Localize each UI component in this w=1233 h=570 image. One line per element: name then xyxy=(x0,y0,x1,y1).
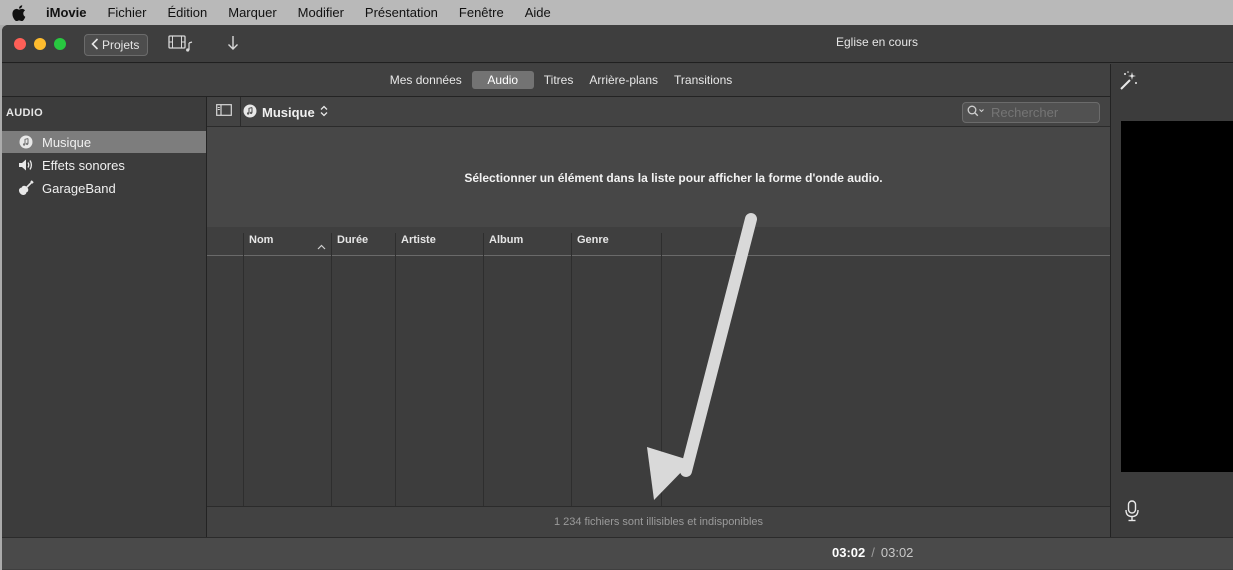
arrow-down-icon xyxy=(227,35,239,56)
tab-audio[interactable]: Audio xyxy=(471,71,534,89)
tab-arriere-plans[interactable]: Arrière-plans xyxy=(583,71,664,89)
minimize-window-button[interactable] xyxy=(34,38,46,50)
search-field[interactable] xyxy=(962,102,1100,123)
time-separator: / xyxy=(871,545,875,560)
sidebar-item-musique[interactable]: Musique xyxy=(2,131,206,153)
back-to-projects-label: Projets xyxy=(102,38,140,52)
waveform-preview: Sélectionner un élément dans la liste po… xyxy=(207,128,1110,227)
timecode-display: 03:02 / 03:02 xyxy=(832,545,913,560)
column-header-artiste[interactable]: Artiste xyxy=(401,234,436,246)
video-viewer[interactable] xyxy=(1121,121,1233,472)
imovie-window: Projets Eglise en cours Mes données Audi… xyxy=(2,25,1233,570)
sidebar-item-garageband[interactable]: GarageBand xyxy=(2,177,206,199)
music-note-icon xyxy=(18,134,34,150)
column-header-nom[interactable]: Nom xyxy=(249,234,273,246)
column-divider[interactable] xyxy=(395,233,396,506)
menu-imovie[interactable]: iMovie xyxy=(46,5,86,20)
media-tabs: Mes données Audio Titres Arrière-plans T… xyxy=(2,64,1110,96)
audio-source-label: Musique xyxy=(262,105,315,120)
column-divider[interactable] xyxy=(661,233,662,506)
browser-status-bar: 1 234 fichiers sont illisibles et indisp… xyxy=(207,506,1110,537)
audio-browser: Musique Sélectionner un élément dans la … xyxy=(207,96,1110,537)
column-header-album[interactable]: Album xyxy=(489,234,523,246)
microphone-icon[interactable] xyxy=(1125,500,1139,527)
window-title: Eglise en cours xyxy=(835,35,919,49)
tab-transitions[interactable]: Transitions xyxy=(668,71,738,89)
column-header-genre[interactable]: Genre xyxy=(577,234,609,246)
magic-wand-icon[interactable] xyxy=(1117,70,1139,97)
guitar-icon xyxy=(18,180,34,196)
table-header: Nom Durée Artiste Album Genre xyxy=(207,227,1110,256)
chevron-updown-icon xyxy=(320,105,328,120)
browser-toolbar: Musique xyxy=(207,96,1110,127)
current-time: 03:02 xyxy=(832,545,866,560)
apple-icon[interactable] xyxy=(10,4,28,22)
column-divider[interactable] xyxy=(243,233,244,506)
speaker-icon xyxy=(18,157,34,173)
audio-source-select[interactable]: Musique xyxy=(243,104,328,121)
tab-titres[interactable]: Titres xyxy=(538,71,580,89)
search-input[interactable] xyxy=(991,105,1095,120)
sort-ascending-icon[interactable] xyxy=(317,237,326,255)
tab-mes-donnees[interactable]: Mes données xyxy=(384,71,468,89)
sidebar-toggle-icon xyxy=(215,103,232,121)
import-button[interactable] xyxy=(224,34,242,56)
sidebar-item-label: GarageBand xyxy=(42,180,116,196)
browser-area: Mes données Audio Titres Arrière-plans T… xyxy=(2,64,1110,537)
sidebar-toggle-button[interactable] xyxy=(207,97,241,127)
column-header-duree[interactable]: Durée xyxy=(337,234,368,246)
menu-presentation[interactable]: Présentation xyxy=(365,5,438,20)
waveform-message: Sélectionner un élément dans la liste po… xyxy=(464,170,883,185)
sidebar-header: AUDIO xyxy=(6,107,43,119)
sidebar-item-label: Musique xyxy=(42,134,92,150)
menu-fenetre[interactable]: Fenêtre xyxy=(459,5,504,20)
unavailable-files-status: 1 234 fichiers sont illisibles et indisp… xyxy=(553,516,764,528)
column-divider[interactable] xyxy=(331,233,332,506)
menu-marquer[interactable]: Marquer xyxy=(228,5,276,20)
sidebar-item-effets-sonores[interactable]: Effets sonores xyxy=(2,154,206,176)
viewer-panel xyxy=(1110,64,1233,537)
close-window-button[interactable] xyxy=(14,38,26,50)
menu-modifier[interactable]: Modifier xyxy=(298,5,344,20)
menu-bar: iMovie Fichier Édition Marquer Modifier … xyxy=(0,0,1233,25)
search-icon xyxy=(967,105,987,120)
title-bar: Projets Eglise en cours xyxy=(2,25,1233,63)
menu-edition[interactable]: Édition xyxy=(167,5,207,20)
film-music-icon xyxy=(168,34,194,57)
chevron-left-icon xyxy=(91,37,99,53)
library-sidebar: AUDIO Musique Effets sonores GarageBand xyxy=(2,96,207,537)
sidebar-item-label: Effets sonores xyxy=(42,157,125,173)
audio-table: Nom Durée Artiste Album Genre xyxy=(207,227,1110,506)
music-note-icon xyxy=(243,104,257,121)
menu-aide[interactable]: Aide xyxy=(525,5,551,20)
back-to-projects-button[interactable]: Projets xyxy=(84,34,149,56)
media-import-button[interactable] xyxy=(168,34,194,56)
total-time: 03:02 xyxy=(880,545,914,560)
menu-fichier[interactable]: Fichier xyxy=(107,5,146,20)
column-divider[interactable] xyxy=(571,233,572,506)
zoom-window-button[interactable] xyxy=(54,38,66,50)
column-divider[interactable] xyxy=(483,233,484,506)
timeline-toolbar: 03:02 / 03:02 xyxy=(2,537,1233,569)
